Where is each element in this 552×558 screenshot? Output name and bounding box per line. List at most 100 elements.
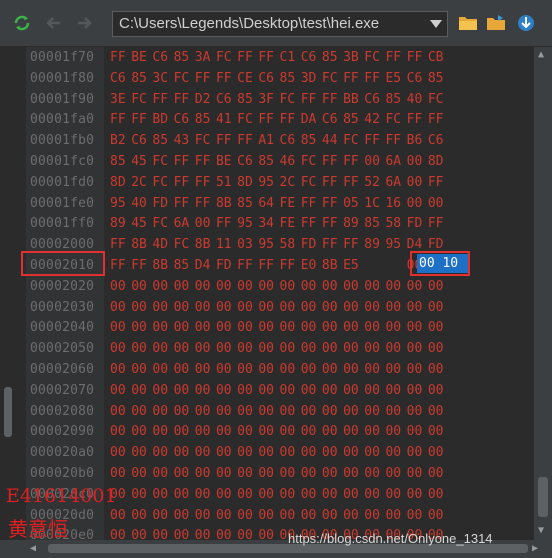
hex-byte[interactable]: 00 xyxy=(301,401,322,422)
hex-byte[interactable]: 00 xyxy=(407,338,428,359)
hex-byte[interactable]: 00 xyxy=(364,151,385,172)
hex-byte[interactable]: C6 xyxy=(131,130,152,151)
hex-byte[interactable]: FF xyxy=(343,151,364,172)
hex-byte[interactable]: 00 xyxy=(258,380,279,401)
vertical-scrollbar[interactable]: ▲ ▼ xyxy=(534,47,552,540)
hex-byte[interactable]: 00 xyxy=(343,297,364,318)
hex-byte[interactable]: 00 xyxy=(280,463,301,484)
hex-byte[interactable]: 00 xyxy=(280,359,301,380)
hex-byte[interactable]: 00 xyxy=(407,401,428,422)
hex-byte[interactable]: 8D xyxy=(237,172,258,193)
hex-byte[interactable]: 00 xyxy=(152,276,173,297)
hex-byte[interactable]: 95 xyxy=(258,234,279,255)
hex-byte[interactable]: FF xyxy=(110,109,131,130)
hex-byte[interactable]: 00 xyxy=(301,505,322,526)
hex-byte[interactable]: FF xyxy=(428,172,449,193)
hex-byte[interactable]: 00 xyxy=(131,421,152,442)
hex-byte[interactable]: 00 xyxy=(237,401,258,422)
hex-byte[interactable]: 00 xyxy=(174,525,195,540)
hex-byte[interactable]: 00 xyxy=(131,463,152,484)
row-bytes[interactable]: 00 00 00 00 00 00 00 00 00 00 00 00 00 00 00 00 xyxy=(110,380,449,401)
hex-byte[interactable]: 85 xyxy=(110,151,131,172)
hex-byte[interactable]: 00 xyxy=(385,401,406,422)
hex-byte[interactable]: 6A xyxy=(385,172,406,193)
hex-byte[interactable]: 00 xyxy=(385,421,406,442)
hex-byte[interactable]: 8D xyxy=(428,151,449,172)
hex-byte[interactable]: FF xyxy=(364,130,385,151)
hex-byte[interactable]: 00 xyxy=(364,421,385,442)
hex-byte[interactable]: FF xyxy=(174,89,195,110)
hex-byte[interactable]: FF xyxy=(322,234,343,255)
hex-byte[interactable]: FF xyxy=(152,89,173,110)
hex-byte[interactable]: 00 xyxy=(110,297,131,318)
hex-byte[interactable]: 85 xyxy=(152,130,173,151)
hex-byte[interactable]: 00 xyxy=(428,484,449,505)
hex-byte[interactable]: 00 xyxy=(174,317,195,338)
hex-byte[interactable]: FC xyxy=(385,109,406,130)
hex-byte[interactable]: 00 xyxy=(343,276,364,297)
hex-byte[interactable]: 00 xyxy=(322,442,343,463)
scroll-left-icon[interactable]: ◀ xyxy=(30,543,36,554)
hex-byte[interactable]: FF xyxy=(385,47,406,68)
hex-byte[interactable]: FF xyxy=(216,68,237,89)
hex-byte[interactable]: 00 xyxy=(428,317,449,338)
hex-byte[interactable]: 00 xyxy=(216,380,237,401)
hex-byte[interactable]: 00 xyxy=(407,193,428,214)
hex-byte[interactable]: 00 xyxy=(131,297,152,318)
hex-byte[interactable]: FC xyxy=(343,130,364,151)
hex-byte[interactable]: 00 xyxy=(385,359,406,380)
hex-byte[interactable]: 8B xyxy=(152,255,173,276)
hex-byte[interactable]: 00 xyxy=(258,297,279,318)
hex-byte[interactable]: 00 xyxy=(322,484,343,505)
hex-byte[interactable]: 00 xyxy=(301,421,322,442)
hex-byte[interactable]: D2 xyxy=(195,89,216,110)
hex-byte[interactable]: 00 xyxy=(364,484,385,505)
hex-byte[interactable]: 00 xyxy=(216,525,237,540)
export-icon[interactable] xyxy=(484,11,508,35)
hex-byte[interactable]: C6 xyxy=(174,109,195,130)
hex-byte[interactable]: FF xyxy=(131,255,152,276)
hex-byte[interactable]: 00 xyxy=(407,276,428,297)
hex-byte[interactable]: FD xyxy=(216,255,237,276)
hex-byte[interactable]: FF xyxy=(174,151,195,172)
hex-byte[interactable]: 00 xyxy=(301,317,322,338)
hex-byte[interactable]: FF xyxy=(195,68,216,89)
hex-byte[interactable]: 00 xyxy=(131,505,152,526)
hex-byte[interactable]: 00 xyxy=(216,505,237,526)
left-scroll-thumb[interactable] xyxy=(4,387,12,437)
hex-byte[interactable]: 89 xyxy=(110,213,131,234)
hex-byte[interactable]: FC xyxy=(174,234,195,255)
hex-byte[interactable]: 00 xyxy=(131,525,152,540)
hex-byte[interactable]: 00 xyxy=(195,213,216,234)
refresh-icon[interactable] xyxy=(10,11,34,35)
hex-byte[interactable]: 00 xyxy=(237,525,258,540)
hex-byte[interactable]: 00 xyxy=(195,484,216,505)
hex-byte[interactable]: FC xyxy=(280,89,301,110)
hex-byte[interactable]: E5 xyxy=(385,68,406,89)
hex-byte[interactable]: 00 xyxy=(174,338,195,359)
hex-byte[interactable]: C6 xyxy=(110,68,131,89)
row-bytes[interactable]: 00 00 00 00 00 00 00 00 00 00 00 00 00 00 00 00 xyxy=(110,338,449,359)
hex-byte[interactable]: 00 xyxy=(195,380,216,401)
hex-byte[interactable]: 3A xyxy=(195,47,216,68)
hex-byte[interactable]: 00 xyxy=(322,463,343,484)
row-bytes[interactable]: 85 45 FC FF FF BE C6 85 46 FC FF FF 00 6A 00 8D xyxy=(110,151,449,172)
row-bytes[interactable]: 00 00 00 00 00 00 00 00 00 00 00 00 00 00 00 00 xyxy=(110,401,449,422)
hex-byte[interactable]: FE xyxy=(280,213,301,234)
hex-byte[interactable]: 6A xyxy=(385,151,406,172)
hex-byte[interactable]: 00 xyxy=(110,442,131,463)
hex-byte[interactable]: 00 xyxy=(237,380,258,401)
hex-byte[interactable]: 00 xyxy=(131,401,152,422)
hex-byte[interactable]: E0 xyxy=(301,255,322,276)
hex-byte[interactable]: FF xyxy=(322,172,343,193)
hex-byte[interactable]: B6 xyxy=(407,130,428,151)
hex-byte[interactable]: 00 xyxy=(174,401,195,422)
arrow-right-icon[interactable] xyxy=(72,11,96,35)
folder-icon[interactable] xyxy=(456,11,480,35)
hex-byte[interactable]: FC xyxy=(216,47,237,68)
hex-byte[interactable]: BE xyxy=(131,47,152,68)
hex-byte[interactable]: 85 xyxy=(322,47,343,68)
hex-byte[interactable]: 95 xyxy=(237,213,258,234)
hex-byte[interactable]: 00 xyxy=(428,442,449,463)
row-bytes[interactable]: 00 00 00 00 00 00 00 00 00 00 00 00 00 00 00 00 xyxy=(110,484,449,505)
